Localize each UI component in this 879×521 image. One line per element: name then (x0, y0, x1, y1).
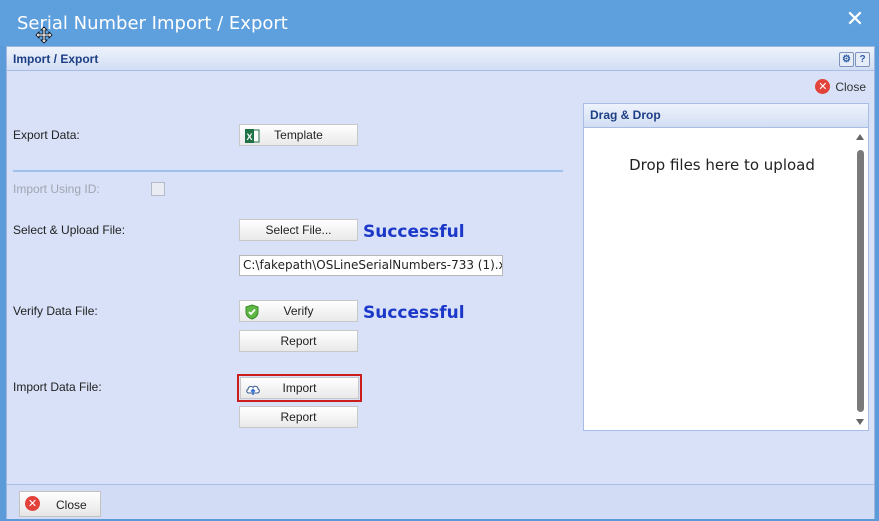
cloud-upload-icon (246, 385, 260, 395)
footer-close-button[interactable]: ✕ Close (19, 491, 101, 517)
select-file-button[interactable]: Select File... (239, 219, 358, 241)
file-path-field[interactable]: C:\fakepath\OSLineSerialNumbers-733 (1).… (239, 255, 503, 276)
panel-header: Import / Export ⚙ ? (7, 47, 874, 71)
drop-zone-scrollbar[interactable] (853, 128, 868, 430)
template-button[interactable]: X Template (239, 124, 358, 146)
verify-button[interactable]: Verify (239, 300, 358, 322)
toolbar-close-button[interactable]: ✕ Close (815, 79, 866, 94)
verify-button-label: Verify (283, 304, 314, 318)
section-divider (13, 170, 563, 172)
import-report-button[interactable]: Report (239, 406, 358, 428)
window-close-icon[interactable]: ✕ (845, 9, 865, 31)
import-using-id-checkbox[interactable] (151, 182, 165, 196)
upload-status: Successful (363, 222, 465, 242)
import-data-label: Import Data File: (13, 380, 102, 394)
close-icon: ✕ (25, 496, 40, 511)
toolbar-close-label: Close (835, 79, 866, 94)
import-using-id-label: Import Using ID: (13, 182, 100, 196)
settings-icon[interactable]: ⚙ (839, 52, 854, 67)
template-button-label: Template (274, 128, 323, 142)
drag-drop-panel[interactable]: Drag & Drop Drop files here to upload (583, 103, 869, 431)
scroll-thumb[interactable] (857, 150, 864, 412)
select-upload-label: Select & Upload File: (13, 223, 126, 237)
excel-icon: X (245, 129, 260, 143)
import-button-label: Import (282, 381, 317, 395)
window-title: Serial Number Import / Export (17, 13, 288, 34)
dialog-window: Import / Export ⚙ ? ✕ Close Export Data:… (6, 46, 875, 519)
panel-title: Import / Export (13, 52, 99, 66)
close-icon: ✕ (815, 79, 831, 94)
help-icon[interactable]: ? (855, 52, 870, 67)
move-cursor-icon (35, 26, 53, 44)
export-data-label: Export Data: (13, 128, 80, 142)
footer-close-label: Close (56, 498, 87, 512)
select-file-button-label: Select File... (265, 223, 332, 237)
scroll-up-icon[interactable] (856, 134, 864, 140)
scroll-down-icon[interactable] (856, 419, 864, 425)
import-button[interactable]: Import (237, 374, 362, 402)
dialog-footer: ✕ Close (7, 484, 874, 519)
drag-drop-title: Drag & Drop (584, 104, 868, 128)
verify-status: Successful (363, 303, 465, 323)
verify-data-label: Verify Data File: (13, 304, 98, 318)
verify-report-button[interactable]: Report (239, 330, 358, 352)
svg-text:X: X (246, 132, 252, 142)
drop-zone-message: Drop files here to upload (629, 156, 815, 174)
shield-check-icon (245, 304, 259, 320)
import-report-button-label: Report (280, 410, 317, 424)
verify-report-button-label: Report (280, 334, 317, 348)
title-bar[interactable]: Serial Number Import / Export ✕ (0, 0, 879, 46)
